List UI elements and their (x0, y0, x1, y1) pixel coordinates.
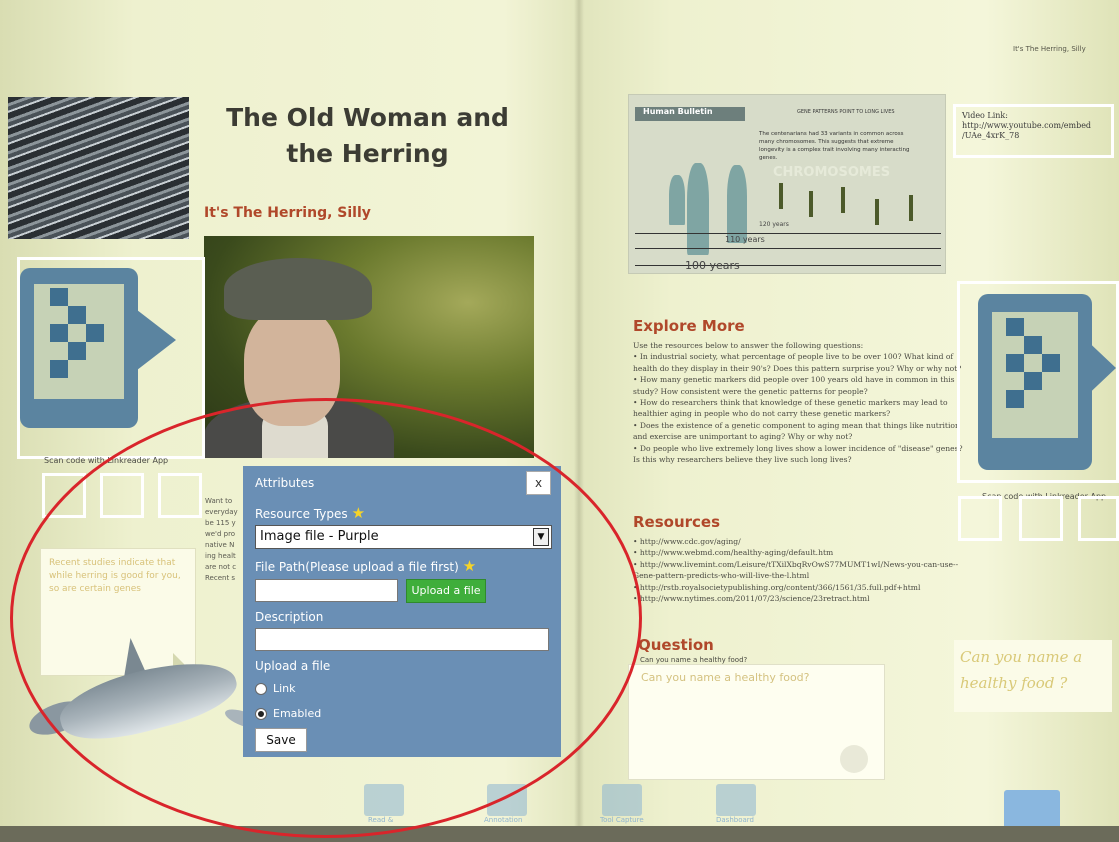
marker-box[interactable] (1019, 496, 1063, 541)
question-text: Can you name a healthy food? (640, 656, 748, 664)
chromosome-bar (779, 183, 783, 209)
resources-heading: Resources (633, 513, 721, 531)
resources-list: • http://www.cdc.gov/aging/ • http://www… (633, 536, 963, 604)
handwriting-text: Can you name a healthy food ? (960, 648, 1083, 692)
arrow-icon-right (1080, 334, 1116, 402)
video-url-line-2: /UAe_4xrK_78 (962, 131, 1020, 140)
video-link-text: Video Link: http://www.youtube.com/embed… (962, 111, 1105, 141)
toolbar-label-capture: Tool Capture (600, 816, 644, 824)
qr-pixel (50, 360, 68, 378)
explore-line: • Do people who live extremely long live… (633, 443, 963, 465)
running-head: It's The Herring, Silly (1013, 45, 1086, 53)
qr-pixel (50, 324, 68, 342)
marker-box[interactable] (1078, 496, 1119, 541)
qr-pixel (68, 342, 86, 360)
video-link-box[interactable]: Video Link: http://www.youtube.com/embed… (953, 104, 1114, 158)
bottom-edge (0, 826, 1119, 842)
answer-typed-text: Can you name a healthy food? (641, 671, 810, 684)
chromosome-bar (809, 191, 813, 217)
qr-pixel (86, 324, 104, 342)
explore-line: • In industrial society, what percentage… (633, 352, 962, 373)
years-label: 110 years (725, 235, 765, 244)
timeline-line (635, 265, 941, 266)
chromosome-bar (875, 199, 879, 225)
page-title: The Old Woman and the Herring (205, 100, 530, 172)
qr-pixel (1006, 390, 1024, 408)
title-line-1: The Old Woman and (226, 103, 509, 132)
timeline-line (635, 248, 941, 249)
years-label: 120 years (759, 221, 789, 228)
resource-link[interactable]: • http://www.nytimes.com/2011/07/23/scie… (633, 593, 963, 604)
dashboard-user-icon[interactable] (716, 784, 756, 816)
qr-pixel (1042, 354, 1060, 372)
person-silhouette (727, 165, 747, 243)
resource-link[interactable]: • http://www.livemint.com/Leisure/tTXilX… (633, 559, 963, 582)
scroll-button-icon[interactable] (840, 745, 868, 773)
explore-more-text: Use the resources below to answer the fo… (633, 340, 963, 465)
resource-link[interactable]: • http://rstb.royalsocietypublishing.org… (633, 582, 963, 593)
years-label: 100 years (685, 259, 740, 272)
qr-pixel (1024, 336, 1042, 354)
person-silhouette (669, 175, 685, 225)
resource-link[interactable]: • http://www.webmd.com/healthy-aging/def… (633, 547, 963, 558)
marker-box[interactable] (958, 496, 1002, 541)
arrow-icon-left (124, 300, 176, 380)
explore-line: • How do researchers think that knowledg… (633, 398, 948, 419)
infographic-headline: GENE PATTERNS POINT TO LONG LIVES (797, 109, 895, 115)
handwriting-note[interactable]: Can you name a healthy food ? (954, 640, 1112, 712)
video-url-line-1: http://www.youtube.com/embed (962, 121, 1092, 130)
photo-cap (224, 258, 372, 320)
camera-icon[interactable] (602, 784, 642, 816)
explore-more-heading: Explore More (633, 317, 745, 335)
qr-pixel (1006, 318, 1024, 336)
qr-pixel (50, 288, 68, 306)
qr-pixel (1024, 372, 1042, 390)
chromosome-bar (841, 187, 845, 213)
longevity-infographic: Human Bulletin GENE PATTERNS POINT TO LO… (628, 94, 946, 274)
explore-line: Use the resources below to answer the fo… (633, 341, 864, 350)
person-silhouette (687, 163, 709, 255)
question-heading: Question (638, 636, 714, 654)
herring-image (8, 97, 189, 239)
toolbar-label-annotation: Annotation (484, 816, 523, 824)
resource-link[interactable]: • http://www.cdc.gov/aging/ (633, 536, 963, 547)
infographic-brand: Human Bulletin (643, 107, 713, 116)
explore-line: • How many genetic markers did people ov… (633, 375, 955, 396)
answer-input-box[interactable]: Can you name a healthy food? (628, 664, 885, 780)
qr-pixel (68, 306, 86, 324)
infographic-text: The centenarians had 33 variants in comm… (759, 131, 910, 161)
toolbar-label-dashboard: Dashboard (716, 816, 754, 824)
video-label: Video Link: (962, 111, 1008, 120)
timeline-line (635, 233, 941, 234)
highlight-ellipse (10, 398, 642, 838)
page-subtitle: It's The Herring, Silly (204, 205, 371, 221)
infographic-chromosomes-label: CHROMOSOMES (773, 165, 891, 180)
chromosome-bar (909, 195, 913, 221)
explore-line: • Does the existence of a genetic compon… (633, 420, 960, 442)
title-line-2: the Herring (286, 139, 449, 168)
qr-pixel (1006, 354, 1024, 372)
